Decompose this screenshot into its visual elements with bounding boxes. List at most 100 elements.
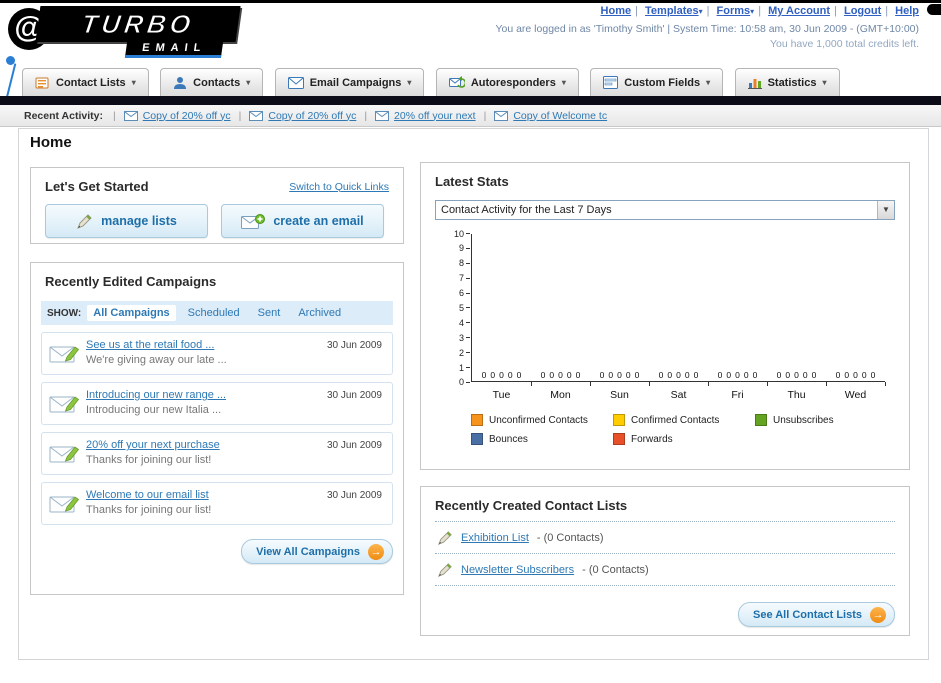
envelope-icon xyxy=(123,110,138,121)
arrow-right-icon: → xyxy=(870,606,886,623)
chart-value: 0 xyxy=(566,370,572,380)
logo-text-turbo: TURBO xyxy=(79,9,197,40)
chart-value: 0 xyxy=(811,370,817,380)
chart-values: 00000 xyxy=(590,370,649,380)
chevron-down-icon: ▾ xyxy=(407,78,412,87)
campaign-row[interactable]: Welcome to our email list Thanks for joi… xyxy=(41,482,393,525)
campaign-subtitle: Thanks for joining our list! xyxy=(86,504,212,516)
chevron-down-icon: ▾ xyxy=(706,78,711,87)
contact-lists-icon xyxy=(35,77,49,88)
chart-value: 0 xyxy=(608,370,614,380)
pencil-icon xyxy=(77,213,92,229)
filter-archived[interactable]: Archived xyxy=(292,305,347,321)
button-label: create an email xyxy=(273,214,364,228)
tab-email-campaigns[interactable]: Email Campaigns ▾ xyxy=(274,68,425,96)
campaign-date: 30 Jun 2009 xyxy=(326,490,382,501)
header-link-home[interactable]: Home xyxy=(601,5,632,17)
chart-y-axis: 10 9 8 7 6 5 4 3 2 1 0 xyxy=(444,229,470,388)
tab-contacts[interactable]: Contacts ▾ xyxy=(160,68,264,96)
tab-label: Statistics xyxy=(767,76,817,89)
activity-link[interactable]: Copy of Welcome tc xyxy=(513,110,607,122)
campaign-subtitle: Introducing our new Italia ... xyxy=(86,404,222,416)
show-label: SHOW: xyxy=(47,307,82,319)
y-axis-tick: 2 xyxy=(444,348,470,358)
stats-range-dropdown[interactable]: Contact Activity for the Last 7 Days ▼ xyxy=(435,200,895,220)
envelope-icon xyxy=(249,110,264,121)
chart-value: 0 xyxy=(752,370,758,380)
x-axis-label: Mon xyxy=(550,389,571,401)
chart-value: 0 xyxy=(676,370,681,380)
header-link-help[interactable]: Help xyxy=(895,5,919,17)
y-axis-tick: 10 xyxy=(444,229,470,239)
envelope-plus-icon xyxy=(241,213,266,229)
manage-lists-button[interactable]: manage lists xyxy=(45,204,208,238)
view-all-campaigns-button[interactable]: View All Campaigns → xyxy=(241,539,393,564)
tab-statistics[interactable]: Statistics ▾ xyxy=(734,68,840,96)
campaign-row[interactable]: See us at the retail food ... We're givi… xyxy=(41,332,393,375)
chart-value: 0 xyxy=(794,370,799,380)
y-axis-tick: 0 xyxy=(444,377,470,387)
x-axis-label: Sun xyxy=(610,389,629,401)
switch-quick-links-link[interactable]: Switch to Quick Links xyxy=(289,181,389,193)
header-link-my-account[interactable]: My Account xyxy=(768,5,830,17)
contact-lists-title: Recently Created Contact Lists xyxy=(435,498,895,522)
y-axis-tick: 7 xyxy=(444,273,470,283)
legend-item: Confirmed Contacts xyxy=(613,414,755,426)
contact-list-row[interactable]: Exhibition List - (0 Contacts) xyxy=(435,522,895,554)
contact-list-count: - (0 Contacts) xyxy=(536,532,604,544)
chart-plot-groups: 0 0 0 0 0 Tue 0 0 0 0 0 Mon 0 0 0 0 0 Sun 0 0 0 0 0 Sat 0 0 0 0 0 Fri… xyxy=(472,234,886,401)
chart-value: 0 xyxy=(735,370,740,380)
recently-edited-campaigns-panel: Recently Edited Campaigns SHOW: All Camp… xyxy=(30,262,404,595)
legend-swatch xyxy=(755,414,767,426)
chart-value: 0 xyxy=(776,370,782,380)
chart-value: 0 xyxy=(490,370,496,380)
campaign-subtitle: Thanks for joining our list! xyxy=(86,454,212,466)
header-links: Home | Templates▾ | Forms▾ | My Account | Lo… xyxy=(495,5,919,17)
activity-item[interactable]: Copy of 20% off yc xyxy=(123,110,231,122)
campaign-row[interactable]: 20% off your next purchase Thanks for jo… xyxy=(41,432,393,475)
tab-autoresponders[interactable]: Autoresponders ▾ xyxy=(435,68,579,96)
autoresponders-icon xyxy=(448,75,465,88)
activity-link[interactable]: Copy of 20% off yc xyxy=(268,110,356,122)
contact-list-row[interactable]: Newsletter Subscribers - (0 Contacts) xyxy=(435,554,895,586)
y-axis-tick: 6 xyxy=(444,288,470,298)
chart-value: 0 xyxy=(726,370,732,380)
envelope-pencil-icon xyxy=(49,346,80,363)
activity-item[interactable]: Copy of 20% off yc xyxy=(249,110,356,122)
filter-all-campaigns[interactable]: All Campaigns xyxy=(87,305,176,321)
link-separator: | xyxy=(834,5,837,17)
contact-list-link[interactable]: Newsletter Subscribers xyxy=(461,564,574,576)
get-started-title: Let's Get Started xyxy=(45,179,149,194)
x-axis-label: Wed xyxy=(844,389,867,401)
filter-scheduled[interactable]: Scheduled xyxy=(182,305,246,321)
create-email-button[interactable]: create an email xyxy=(221,204,384,238)
header-link-templates[interactable]: Templates xyxy=(645,5,699,17)
chevron-down-icon: ▾ xyxy=(822,78,827,87)
filter-sent[interactable]: Sent xyxy=(252,305,287,321)
activity-link[interactable]: Copy of 20% off yc xyxy=(143,110,231,122)
see-all-contact-lists-button[interactable]: See All Contact Lists → xyxy=(737,602,895,627)
x-axis-label: Tue xyxy=(492,389,511,401)
campaign-row[interactable]: Introducing our new range ... Introducin… xyxy=(41,382,393,425)
chart-value: 0 xyxy=(599,370,605,380)
activity-item[interactable]: 20% off your next xyxy=(375,110,476,122)
header-link-logout[interactable]: Logout xyxy=(844,5,881,17)
campaign-subtitle: We're giving away our late ... xyxy=(86,354,227,366)
tab-custom-fields[interactable]: Custom Fields ▾ xyxy=(590,68,724,96)
chart-values: 00000 xyxy=(767,370,826,380)
x-axis-label: Fri xyxy=(731,389,744,401)
chart-value: 0 xyxy=(667,370,673,380)
chart-value: 0 xyxy=(717,370,723,380)
contact-list-link[interactable]: Exhibition List xyxy=(461,532,529,544)
header-link-forms[interactable]: Forms xyxy=(717,5,751,17)
tab-contact-lists[interactable]: Contact Lists ▾ xyxy=(22,68,149,96)
activity-item[interactable]: Copy of Welcome tc xyxy=(494,110,607,122)
legend-label: Bounces xyxy=(489,433,528,445)
button-label: View All Campaigns xyxy=(256,545,360,558)
dropdown-selected-value: Contact Activity for the Last 7 Days xyxy=(441,204,612,216)
x-axis-label: Thu xyxy=(787,389,806,401)
chart-value: 0 xyxy=(499,370,504,380)
campaign-filters: SHOW: All Campaigns Scheduled Sent Archi… xyxy=(41,301,393,325)
activity-link[interactable]: 20% off your next xyxy=(394,110,476,122)
app-root: @ TURBO EMAIL Home | Templates▾ | Forms▾ | … xyxy=(0,0,941,683)
